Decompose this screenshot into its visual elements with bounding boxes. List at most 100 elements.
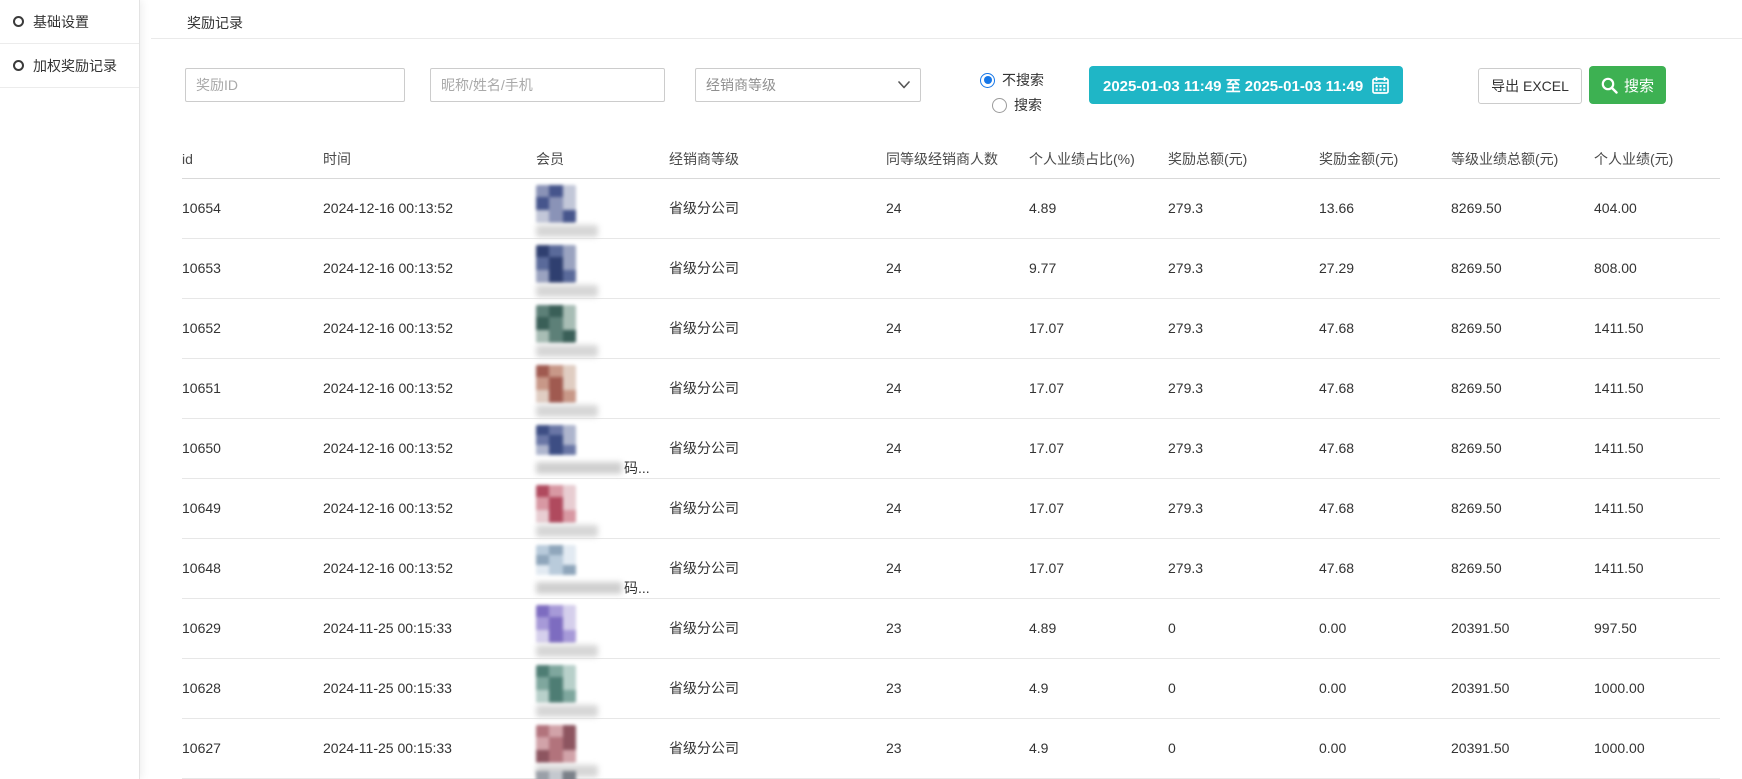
row-time: 2024-12-16 00:13:52 — [323, 358, 536, 418]
sidebar-item-weighted-reward-records[interactable]: 加权奖励记录 — [0, 44, 139, 88]
member-avatar — [536, 365, 576, 403]
row-ratio: 4.9 — [1029, 658, 1168, 718]
row-reward-amount: 47.68 — [1319, 418, 1451, 478]
row-time: 2024-12-16 00:13:52 — [323, 538, 536, 598]
row-id: 10648 — [182, 538, 323, 598]
row-level-total: 20391.50 — [1451, 658, 1594, 718]
member-avatar — [536, 425, 576, 456]
member-cell — [536, 358, 669, 418]
row-level: 省级分公司 — [669, 538, 886, 598]
row-level-total: 8269.50 — [1451, 238, 1594, 298]
table-row: 106282024-11-25 00:15:33 省级分公司234.900.00… — [182, 658, 1720, 718]
row-peer-count: 24 — [886, 358, 1029, 418]
table-row: 106492024-12-16 00:13:52 省级分公司2417.07279… — [182, 478, 1720, 538]
row-ratio: 17.07 — [1029, 298, 1168, 358]
row-time: 2024-12-16 00:13:52 — [323, 178, 536, 238]
row-personal: 808.00 — [1594, 238, 1720, 298]
row-ratio: 4.89 — [1029, 598, 1168, 658]
row-peer-count: 24 — [886, 238, 1029, 298]
row-reward-amount: 47.68 — [1319, 538, 1451, 598]
member-cell — [536, 598, 669, 658]
row-peer-count: 24 — [886, 478, 1029, 538]
date-range-button[interactable]: 2025-01-03 11:49 至 2025-01-03 11:49 — [1089, 66, 1403, 104]
row-id: 10650 — [182, 418, 323, 478]
col-header-personal: 个人业绩(元) — [1594, 140, 1720, 178]
title-divider — [151, 38, 1742, 39]
table-row: 106502024-12-16 00:13:52 码... 省级分公司2417.… — [182, 418, 1720, 478]
row-reward-total: 279.3 — [1168, 358, 1319, 418]
circle-icon — [13, 16, 24, 27]
row-time: 2024-12-16 00:13:52 — [323, 418, 536, 478]
next-row-partial-avatar — [536, 771, 576, 779]
member-cell — [536, 718, 669, 778]
member-search-input[interactable] — [430, 68, 665, 102]
dealer-level-select-value: 经销商等级 — [706, 75, 776, 95]
row-reward-total: 0 — [1168, 598, 1319, 658]
member-name-blurred — [536, 525, 598, 537]
row-reward-total: 0 — [1168, 718, 1319, 778]
member-name-blurred — [536, 405, 598, 417]
col-header-reward-total: 奖励总额(元) — [1168, 140, 1319, 178]
member-name-blurred — [536, 705, 598, 717]
row-level-total: 8269.50 — [1451, 418, 1594, 478]
circle-icon — [13, 60, 24, 71]
col-header-level-total: 等级业绩总额(元) — [1451, 140, 1594, 178]
member-avatar — [536, 185, 576, 223]
member-name-blurred — [536, 462, 622, 474]
col-header-ratio: 个人业绩占比(%) — [1029, 140, 1168, 178]
row-reward-total: 279.3 — [1168, 418, 1319, 478]
dealer-level-select[interactable]: 经销商等级 — [695, 68, 921, 102]
member-avatar — [536, 605, 576, 643]
row-id: 10629 — [182, 598, 323, 658]
row-level-total: 8269.50 — [1451, 358, 1594, 418]
table-row: 106272024-11-25 00:15:33 省级分公司234.900.00… — [182, 718, 1720, 778]
table-row: 106532024-12-16 00:13:52 省级分公司249.77279.… — [182, 238, 1720, 298]
row-id: 10654 — [182, 178, 323, 238]
row-level: 省级分公司 — [669, 598, 886, 658]
row-peer-count: 24 — [886, 178, 1029, 238]
reward-id-input[interactable] — [185, 68, 405, 102]
row-personal: 1411.50 — [1594, 298, 1720, 358]
row-level: 省级分公司 — [669, 298, 886, 358]
row-ratio: 9.77 — [1029, 238, 1168, 298]
radio-search-label: 搜索 — [1014, 95, 1042, 115]
radio-no-search[interactable]: 不搜索 — [980, 70, 1044, 90]
row-reward-amount: 0.00 — [1319, 598, 1451, 658]
page-title: 奖励记录 — [187, 13, 243, 33]
row-ratio: 17.07 — [1029, 478, 1168, 538]
member-name-blurred — [536, 225, 598, 237]
radio-no-search-label: 不搜索 — [1002, 70, 1044, 90]
radio-search[interactable]: 搜索 — [992, 95, 1042, 115]
row-level: 省级分公司 — [669, 418, 886, 478]
row-peer-count: 23 — [886, 658, 1029, 718]
member-avatar — [536, 665, 576, 703]
radio-unselected-icon — [992, 98, 1007, 113]
row-level: 省级分公司 — [669, 178, 886, 238]
row-time: 2024-11-25 00:15:33 — [323, 598, 536, 658]
sidebar-item-basic-settings[interactable]: 基础设置 — [0, 0, 139, 44]
row-id: 10652 — [182, 298, 323, 358]
search-button[interactable]: 搜索 — [1589, 66, 1666, 104]
row-level-total: 8269.50 — [1451, 538, 1594, 598]
row-reward-total: 279.3 — [1168, 238, 1319, 298]
table-header-row: id 时间 会员 经销商等级 同等级经销商人数 个人业绩占比(%) 奖励总额(元… — [182, 140, 1720, 178]
row-personal: 404.00 — [1594, 178, 1720, 238]
row-id: 10651 — [182, 358, 323, 418]
radio-selected-icon — [980, 73, 995, 88]
member-avatar — [536, 305, 576, 343]
calendar-icon — [1372, 76, 1389, 94]
col-header-peer-count: 同等级经销商人数 — [886, 140, 1029, 178]
export-excel-button[interactable]: 导出 EXCEL — [1478, 68, 1582, 104]
row-personal: 1000.00 — [1594, 658, 1720, 718]
table-row: 106542024-12-16 00:13:52 省级分公司244.89279.… — [182, 178, 1720, 238]
row-level-total: 20391.50 — [1451, 718, 1594, 778]
col-header-id: id — [182, 140, 323, 178]
row-peer-count: 23 — [886, 718, 1029, 778]
reward-records-table: id 时间 会员 经销商等级 同等级经销商人数 个人业绩占比(%) 奖励总额(元… — [182, 140, 1720, 779]
row-personal: 1411.50 — [1594, 418, 1720, 478]
member-avatar — [536, 245, 576, 283]
sidebar: 基础设置 加权奖励记录 — [0, 0, 140, 779]
row-peer-count: 24 — [886, 418, 1029, 478]
table-row: 106512024-12-16 00:13:52 省级分公司2417.07279… — [182, 358, 1720, 418]
row-level: 省级分公司 — [669, 238, 886, 298]
